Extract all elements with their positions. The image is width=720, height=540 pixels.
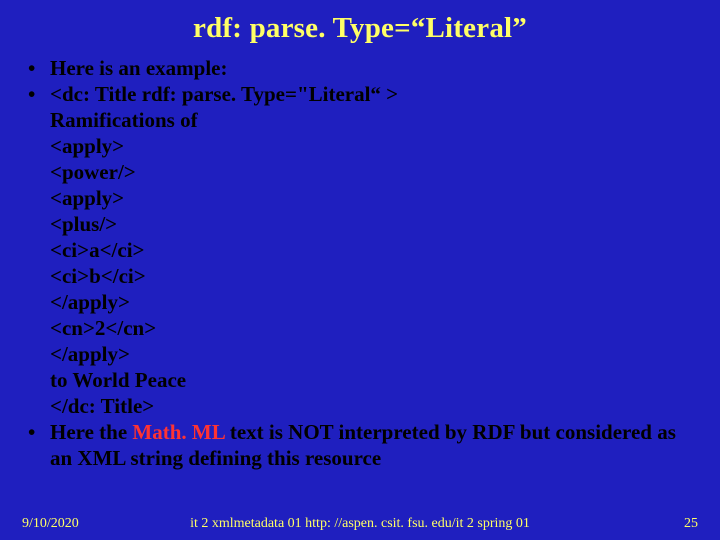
code-line-4: <apply> xyxy=(50,185,698,211)
code-line-5: <plus/> xyxy=(50,211,698,237)
bullet-3: Here the Math. ML text is NOT interprete… xyxy=(26,419,698,471)
bullet-1-text: Here is an example: xyxy=(50,56,228,80)
code-line-8: </apply> xyxy=(50,289,698,315)
code-line-9: <cn>2</cn> xyxy=(50,315,698,341)
slide-title: rdf: parse. Type=“Literal” xyxy=(22,12,698,45)
code-line-0: <dc: Title rdf: parse. Type="Literal“ > xyxy=(50,81,698,107)
code-line-3: <power/> xyxy=(50,159,698,185)
code-line-7: <ci>b</ci> xyxy=(50,263,698,289)
code-line-1: Ramifications of xyxy=(50,107,698,133)
bullet-3-pre: Here the xyxy=(50,420,132,444)
bullet-3-mathml: Math. ML xyxy=(132,420,224,444)
code-line-6: <ci>a</ci> xyxy=(50,237,698,263)
footer-page-num: 25 xyxy=(684,516,698,532)
code-line-11: to World Peace xyxy=(50,367,698,393)
footer-center: it 2 xmlmetadata 01 http: //aspen. csit.… xyxy=(0,516,720,532)
code-line-2: <apply> xyxy=(50,133,698,159)
bullet-1: Here is an example: xyxy=(26,55,698,81)
code-line-10: </apply> xyxy=(50,341,698,367)
code-line-12: </dc: Title> xyxy=(50,393,698,419)
bullet-list: Here is an example: <dc: Title rdf: pars… xyxy=(26,55,698,472)
bullet-2-code: <dc: Title rdf: parse. Type="Literal“ > … xyxy=(26,81,698,419)
slide: rdf: parse. Type=“Literal” Here is an ex… xyxy=(0,0,720,540)
